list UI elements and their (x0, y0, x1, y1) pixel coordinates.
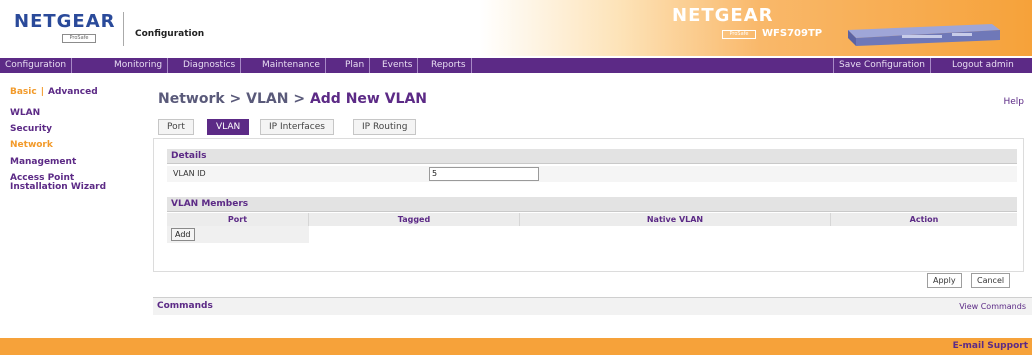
help-link[interactable]: Help (1003, 97, 1024, 107)
details-heading: Details (167, 149, 1017, 164)
column-header-port: Port (167, 213, 309, 226)
brand-prosafe-badge: ProSafe (722, 30, 756, 39)
model-name: WFS709TP (762, 28, 823, 39)
tab-ip-routing[interactable]: IP Routing (353, 119, 417, 135)
footer-bar: E-mail Support (0, 338, 1032, 355)
page-title: Network > VLAN > Add New VLAN (158, 91, 427, 107)
tab-vlan[interactable]: VLAN (207, 119, 250, 135)
sidebar-tab-separator: | (40, 87, 45, 97)
netgear-logo: NETGEAR ProSafe (14, 11, 116, 46)
vlan-id-row: VLAN ID 5 (167, 166, 1017, 182)
sidebar: Basic | Advanced WLAN Security Network Man… (0, 73, 150, 338)
breadcrumb: Network > VLAN > (158, 91, 310, 107)
header-banner: NETGEAR ProSafe Configuration NETGEAR Pr… (0, 0, 1032, 56)
sidebar-item-network[interactable]: Network (10, 140, 53, 150)
sidebar-tab-basic[interactable]: Basic (10, 87, 37, 97)
vlan-members-heading: VLAN Members (167, 197, 1017, 212)
sidebar-item-installation-wizard[interactable]: Installation Wizard (10, 182, 106, 192)
header-title: Configuration (135, 29, 205, 39)
view-commands-link[interactable]: View Commands (959, 302, 1026, 311)
commands-bar: Commands View Commands (153, 297, 1032, 315)
vlan-id-input[interactable]: 5 (429, 167, 539, 181)
nav-save-configuration[interactable]: Save Configuration (833, 58, 931, 73)
sidebar-tab-advanced[interactable]: Advanced (48, 87, 98, 97)
nav-plan[interactable]: Plan (340, 58, 371, 73)
tab-port[interactable]: Port (158, 119, 194, 135)
nav-logout[interactable]: Logout admin (947, 58, 1019, 73)
column-header-native-vlan: Native VLAN (520, 213, 831, 226)
brand-text: NETGEAR (672, 5, 774, 26)
tab-ip-interfaces[interactable]: IP Interfaces (260, 119, 334, 135)
brand-logo: NETGEAR ProSafe WFS709TP (672, 6, 842, 46)
breadcrumb-current: Add New VLAN (309, 91, 428, 107)
vlan-id-label: VLAN ID (173, 169, 206, 178)
nav-events[interactable]: Events (377, 58, 419, 73)
main-nav-bar: Configuration Monitoring Diagnostics Mai… (0, 58, 1032, 73)
logo-text: NETGEAR (14, 11, 116, 32)
add-member-row: Add (167, 226, 309, 243)
nav-monitoring[interactable]: Monitoring (109, 58, 169, 73)
column-header-tagged: Tagged (309, 213, 520, 226)
sidebar-mode-tabs: Basic | Advanced (10, 87, 98, 97)
switch-device-image (848, 24, 1000, 46)
commands-title: Commands (157, 301, 213, 311)
header-divider (123, 12, 124, 46)
nav-configuration[interactable]: Configuration (0, 58, 73, 73)
logo-prosafe-badge: ProSafe (62, 34, 96, 43)
column-header-action: Action (831, 213, 1017, 226)
apply-button[interactable]: Apply (927, 273, 962, 288)
email-support-link[interactable]: E-mail Support (953, 341, 1028, 351)
nav-maintenance[interactable]: Maintenance (257, 58, 326, 73)
nav-diagnostics[interactable]: Diagnostics (178, 58, 242, 73)
cancel-button[interactable]: Cancel (971, 273, 1011, 288)
sidebar-item-security[interactable]: Security (10, 124, 52, 134)
nav-reports[interactable]: Reports (426, 58, 472, 73)
sidebar-item-wlan[interactable]: WLAN (10, 108, 40, 118)
add-member-button[interactable]: Add (171, 228, 195, 241)
sidebar-item-management[interactable]: Management (10, 157, 76, 167)
